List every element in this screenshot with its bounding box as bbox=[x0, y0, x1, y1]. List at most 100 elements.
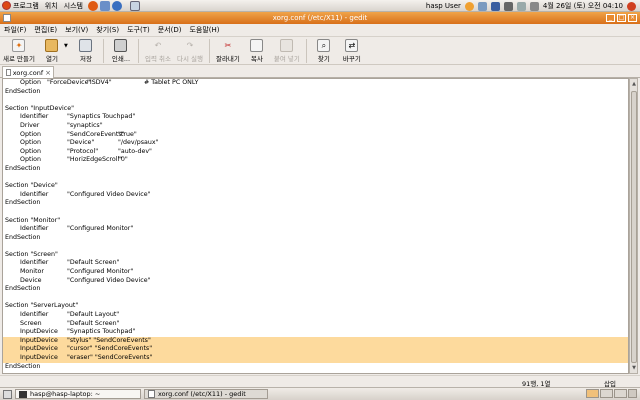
highlighted-line[interactable]: InputDevice "cursor" "SendCoreEvents" bbox=[3, 345, 628, 354]
new-button[interactable]: ✦ 새로 만들기 bbox=[3, 39, 35, 63]
ubuntu-logo-icon[interactable] bbox=[2, 1, 11, 10]
menu-places[interactable]: 위치 bbox=[45, 1, 58, 11]
workspace-2[interactable] bbox=[600, 389, 613, 398]
code-token: Device bbox=[20, 276, 42, 284]
update-icon[interactable] bbox=[464, 1, 474, 11]
code-line[interactable]: Identifier "Synaptics Touchpad" bbox=[3, 113, 628, 122]
text-editor[interactable]: Option "ForceDevice" "ISDV4" # Tablet PC ON… bbox=[2, 78, 629, 374]
workspace-1[interactable] bbox=[586, 389, 599, 398]
menu-file[interactable]: 파일(F) bbox=[4, 25, 26, 35]
code-line[interactable] bbox=[3, 96, 628, 105]
code-line[interactable]: Identifier "Configured Monitor" bbox=[3, 225, 628, 234]
menu-tools[interactable]: 도구(T) bbox=[127, 25, 150, 35]
taskbar-item-gedit[interactable]: xorg.conf (/etc/X11) - gedit bbox=[144, 389, 268, 399]
code-line[interactable]: EndSection bbox=[3, 234, 628, 243]
open-button[interactable]: 열기 bbox=[41, 39, 63, 63]
code-token: EndSection bbox=[5, 233, 41, 241]
open-recent-dropdown[interactable]: ▼ bbox=[63, 39, 69, 53]
code-line[interactable] bbox=[3, 174, 628, 183]
maximize-icon[interactable]: □ bbox=[617, 14, 626, 22]
toolbar-separator bbox=[305, 39, 307, 63]
minimize-icon[interactable]: _ bbox=[606, 14, 615, 22]
close-icon[interactable]: × bbox=[628, 14, 637, 22]
code-line[interactable]: EndSection bbox=[3, 88, 628, 97]
window-title: xorg.conf (/etc/X11) - gedit bbox=[272, 14, 368, 22]
chevron-down-icon: ▼ bbox=[64, 42, 68, 49]
code-line[interactable]: Option "ForceDevice" "ISDV4" # Tablet PC ON… bbox=[3, 79, 628, 88]
code-token: Option bbox=[20, 156, 42, 164]
code-line[interactable]: Monitor "Configured Monitor" bbox=[3, 268, 628, 277]
code-line[interactable] bbox=[3, 208, 628, 217]
close-tab-icon[interactable]: × bbox=[45, 69, 51, 77]
paste-button[interactable]: 붙여 넣기 bbox=[274, 39, 300, 63]
code-line[interactable]: Driver "synaptics" bbox=[3, 122, 628, 131]
code-line[interactable]: Section "Device" bbox=[3, 182, 628, 191]
firefox-icon[interactable] bbox=[87, 0, 98, 11]
code-token: Section "Screen" bbox=[5, 250, 58, 258]
screenshot-icon[interactable] bbox=[129, 0, 140, 11]
menu-view[interactable]: 보기(V) bbox=[65, 25, 88, 35]
gedit-icon[interactable] bbox=[3, 14, 11, 22]
print-button[interactable]: 인쇄... bbox=[110, 39, 132, 63]
trash-icon[interactable] bbox=[628, 389, 637, 398]
volume-icon[interactable] bbox=[516, 1, 526, 11]
menu-help[interactable]: 도움말(H) bbox=[189, 25, 219, 35]
battery-icon[interactable] bbox=[503, 1, 513, 11]
cut-button[interactable]: ✂ 잘라내기 bbox=[216, 39, 240, 63]
code-line[interactable]: Identifier "Default Layout" bbox=[3, 311, 628, 320]
highlighted-line[interactable]: InputDevice "stylus" "SendCoreEvents" bbox=[3, 336, 628, 346]
menu-applications[interactable]: 프로그램 bbox=[13, 1, 39, 11]
find-button[interactable]: ⌕ 찾기 bbox=[313, 39, 335, 63]
code-line[interactable]: EndSection bbox=[3, 199, 628, 208]
code-line[interactable]: Option "Device" "/dev/psaux" bbox=[3, 139, 628, 148]
username[interactable]: hasp User bbox=[426, 2, 461, 10]
code-line[interactable]: EndSection bbox=[3, 285, 628, 294]
taskbar-item-terminal[interactable]: hasp@hasp-laptop: ~ bbox=[15, 389, 141, 399]
scroll-up-icon[interactable]: ▲ bbox=[631, 80, 637, 88]
workspace-3[interactable] bbox=[614, 389, 627, 398]
menu-system[interactable]: 시스템 bbox=[64, 1, 83, 11]
code-line[interactable]: Identifier "Default Screen" bbox=[3, 259, 628, 268]
save-button[interactable]: 저장 bbox=[75, 39, 97, 63]
vertical-scrollbar[interactable]: ▲ ▼ bbox=[629, 78, 638, 374]
code-line[interactable]: Section "Monitor" bbox=[3, 217, 628, 226]
scroll-down-icon[interactable]: ▼ bbox=[631, 364, 637, 372]
code-line[interactable]: EndSection bbox=[3, 363, 628, 372]
redo-button[interactable]: ↷ 다시 실행 bbox=[177, 39, 203, 63]
code-line[interactable]: Device "Configured Video Device" bbox=[3, 277, 628, 286]
undo-button[interactable]: ↶ 입력 취소 bbox=[145, 39, 171, 63]
mail-icon[interactable] bbox=[99, 0, 110, 11]
menu-search[interactable]: 찾기(S) bbox=[96, 25, 119, 35]
tab-xorg-conf[interactable]: xorg.conf × bbox=[2, 66, 54, 78]
network-icon[interactable] bbox=[477, 1, 487, 11]
window-titlebar[interactable]: xorg.conf (/etc/X11) - gedit _ □ × bbox=[0, 12, 640, 24]
copy-button[interactable]: 복사 bbox=[246, 39, 268, 63]
code-line[interactable]: Section "Screen" bbox=[3, 251, 628, 260]
menu-edit[interactable]: 편집(E) bbox=[34, 25, 57, 35]
code-line[interactable]: Screen "Default Screen" bbox=[3, 320, 628, 329]
code-token: EndSection bbox=[5, 199, 41, 207]
code-line[interactable]: Section "ServerLayout" bbox=[3, 302, 628, 311]
show-desktop-icon[interactable] bbox=[3, 389, 12, 399]
code-token: "/dev/psaux" bbox=[118, 139, 159, 147]
document-tabs: xorg.conf × bbox=[0, 66, 640, 78]
code-line[interactable]: EndSection bbox=[3, 165, 628, 174]
code-line[interactable] bbox=[3, 294, 628, 303]
signal-icon[interactable] bbox=[529, 1, 539, 11]
code-line[interactable]: Option "HorizEdgeScroll" "0" bbox=[3, 156, 628, 165]
clock[interactable]: 4월 26일 (토) 오전 04:10 bbox=[543, 1, 623, 11]
code-token: "Protocol" bbox=[67, 147, 99, 155]
replace-button[interactable]: ⇄ 바꾸기 bbox=[341, 39, 363, 63]
bluetooth-icon[interactable] bbox=[490, 1, 500, 11]
highlighted-line[interactable]: InputDevice "eraser" "SendCoreEvents" bbox=[3, 354, 628, 363]
power-icon[interactable] bbox=[627, 1, 636, 11]
code-line[interactable]: Option "SendCoreEvents" "true" bbox=[3, 131, 628, 140]
code-line[interactable]: Section "InputDevice" bbox=[3, 105, 628, 114]
scrollbar-thumb[interactable] bbox=[631, 91, 637, 363]
code-line[interactable]: Option "Protocol" "auto-dev" bbox=[3, 148, 628, 157]
code-line[interactable]: InputDevice "Synaptics Touchpad" bbox=[3, 328, 628, 337]
code-line[interactable] bbox=[3, 242, 628, 251]
menu-documents[interactable]: 문서(D) bbox=[158, 25, 182, 35]
help-icon[interactable] bbox=[111, 0, 122, 11]
code-line[interactable]: Identifier "Configured Video Device" bbox=[3, 191, 628, 200]
